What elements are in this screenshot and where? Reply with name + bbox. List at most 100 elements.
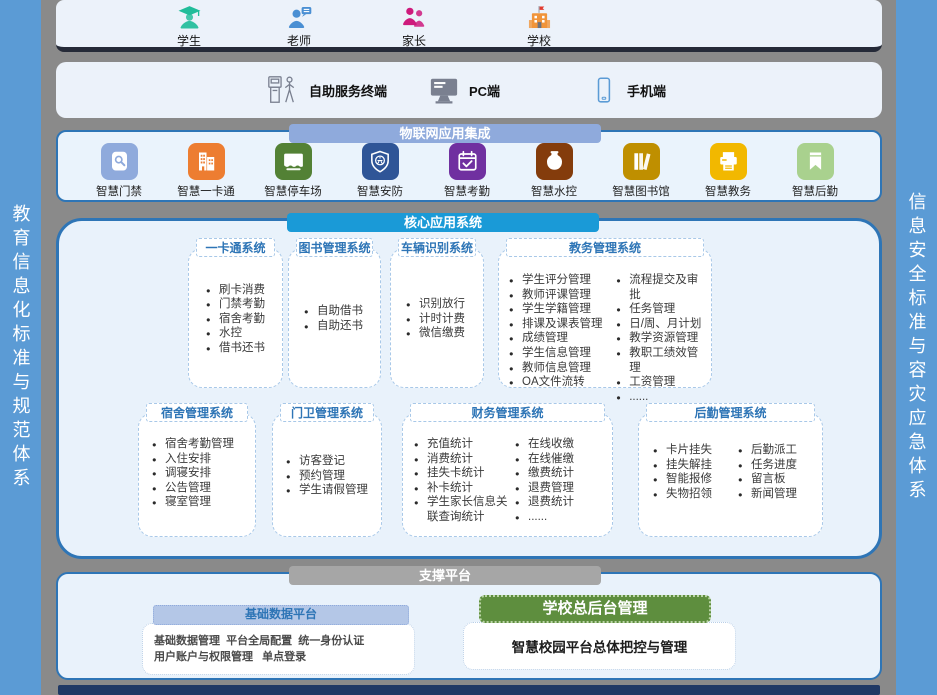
list-item: 学生家长信息关联查询统计 [413,495,514,524]
list-item: 微信缴费 [405,326,465,341]
feature-list: 卡片挂失挂失解挂智能报修失物招领 [652,443,737,530]
list-item: 补卡统计 [413,481,514,496]
core-section-header: 核心应用系统 [287,213,599,232]
student-cell: 学生 [153,4,225,49]
door-access-label: 智慧门禁 [96,183,142,199]
list-item: 计时计费 [405,312,465,327]
iot-item-logistics-bookmark: 智慧后勤 [776,143,854,199]
iot-item-water-jar: 智慧水控 [515,143,593,199]
iot-section-header: 物联网应用集成 [289,124,601,143]
list-item: 教职工绩效管理 [615,346,709,375]
iot-item-academic-printer: 智慧教务 [689,143,767,199]
feature-list: 自助借书自助还书 [303,304,363,333]
attendance-calendar-label: 智慧考勤 [444,183,490,199]
iot-item-attendance-calendar: 智慧考勤 [428,143,506,199]
teacher-label: 老师 [287,32,311,49]
water-jar-label: 智慧水控 [531,183,577,199]
list-item: 智能报修 [652,472,737,487]
left-banner-text: 教育信息化标准与规范体系 [8,204,34,492]
parents-label: 家长 [402,32,426,49]
main-content: 学生老师家长学校 自助服务终端PC端手机端 物联网应用集成 智慧门禁智慧一卡通智… [56,0,882,695]
feature-list: 刷卡消费门禁考勤宿舍考勤水控借书还书 [205,283,265,356]
security-shield-icon [362,143,399,180]
academic-printer-icon [710,143,747,180]
iot-item-campus-card: 智慧一卡通 [167,143,245,199]
vehicle-system-title: 车辆识别系统 [398,238,476,257]
list-item: 识别放行 [405,297,465,312]
list-item: 公告管理 [151,481,234,496]
iot-item-security-shield: 智慧安防 [341,143,419,199]
iot-item-library-books: 智慧图书馆 [602,143,680,199]
library-books-label: 智慧图书馆 [612,183,670,199]
list-item: 挂失解挂 [652,458,737,473]
list-item: 排课及课表管理 [508,317,615,332]
list-item: 工资管理 [615,375,709,390]
teacher-cell: 老师 [263,4,335,49]
list-item: 教师评课管理 [508,288,615,303]
iot-item-door-access: 智慧门禁 [80,143,158,199]
pc-icon [428,75,460,105]
list-item: 借书还书 [205,341,265,356]
list-item: 退费管理 [514,481,574,496]
gate-system-title: 门卫管理系统 [280,403,374,422]
campus-card-icon [188,143,225,180]
list-item: 学生学籍管理 [508,302,615,317]
base-data-platform-box: 基础数据管理 平台全局配置 统一身份认证 用户账户与权限管理 单点登录 [142,623,415,675]
school-admin-desc: 智慧校园平台总体把控与管理 [463,622,736,670]
list-item: 宿舍考勤 [205,312,265,327]
academic-system-title: 教务管理系统 [506,238,704,257]
list-item: 充值统计 [413,437,514,452]
left-banner: 教育信息化标准与规范体系 [0,0,41,695]
list-item: 流程提交及审批 [615,273,709,302]
card-system-box: 一卡通系统 刷卡消费门禁考勤宿舍考勤水控借书还书 [188,248,283,388]
logistics-bookmark-label: 智慧后勤 [792,183,838,199]
list-item: 学生信息管理 [508,346,615,361]
gate-system-box: 门卫管理系统 访客登记预约管理学生请假管理 [272,413,382,537]
list-item: 教学资源管理 [615,331,709,346]
logistics-bookmark-icon [797,143,834,180]
terminals-row: 自助服务终端PC端手机端 [56,62,882,118]
feature-list: 识别放行计时计费微信缴费 [405,297,465,341]
card-system-title: 一卡通系统 [196,238,275,257]
library-system-title: 图书管理系统 [296,238,373,257]
list-item: 新闻管理 [737,487,797,502]
list-item: 教师信息管理 [508,361,615,376]
academic-printer-label: 智慧教务 [705,183,751,199]
list-item: 挂失卡统计 [413,466,514,481]
list-item: 日/周、月计划 [615,317,709,332]
phone-label: 手机端 [627,81,666,100]
student-icon [176,4,203,31]
list-item: 成绩管理 [508,331,615,346]
list-item: 任务管理 [615,302,709,317]
campus-card-label: 智慧一卡通 [177,183,235,199]
list-item: 门禁考勤 [205,297,265,312]
feature-list: 在线收缴在线催缴缴费统计退费管理退费统计...... [514,437,574,530]
library-system-box: 图书管理系统 自助借书自助还书 [288,248,381,388]
feature-list: 充值统计消费统计挂失卡统计补卡统计学生家长信息关联查询统计 [413,437,514,530]
feature-list: 宿舍考勤管理入住安排调寝安排公告管理寝室管理 [151,437,234,530]
logistics-system-box: 后勤管理系统 卡片挂失挂失解挂智能报修失物招领后勤派工任务进度留言板新闻管理 [638,413,823,537]
teacher-icon [286,4,313,31]
school-cell: 学校 [503,4,575,49]
list-item: 刷卡消费 [205,283,265,298]
feature-list: 后勤派工任务进度留言板新闻管理 [737,443,797,530]
list-item: 退费统计 [514,495,574,510]
right-banner-text: 信息安全标准与容灾应急体系 [904,192,930,504]
list-item: 入住安排 [151,452,234,467]
base-platform-line-2: 用户账户与权限管理 单点登录 [154,649,414,665]
dorm-system-title: 宿舍管理系统 [146,403,248,422]
smart-campus-architecture-diagram: 教育信息化标准与规范体系 信息安全标准与容灾应急体系 学生 老师 家长 学校 自助服务… [0,0,937,695]
base-platform-line-1: 基础数据管理 平台全局配置 统一身份认证 [154,633,414,649]
student-label: 学生 [177,32,201,49]
iot-section: 物联网应用集成 智慧门禁智慧一卡通智慧停车场智慧安防智慧考勤智慧水控智慧图书馆智… [56,130,882,202]
logistics-system-title: 后勤管理系统 [646,403,815,422]
support-platform-section: 支撑平台 基础数据平台 基础数据管理 平台全局配置 统一身份认证 用户账户与权限… [56,572,882,680]
library-books-icon [623,143,660,180]
feature-list: 访客登记预约管理学生请假管理 [285,454,368,498]
list-item: 调寝安排 [151,466,234,481]
list-item: 寝室管理 [151,495,234,510]
list-item: 在线收缴 [514,437,574,452]
security-shield-label: 智慧安防 [357,183,403,199]
feature-list: 流程提交及审批任务管理日/周、月计划教学资源管理教职工绩效管理工资管理.....… [615,273,709,381]
list-item: 宿舍考勤管理 [151,437,234,452]
